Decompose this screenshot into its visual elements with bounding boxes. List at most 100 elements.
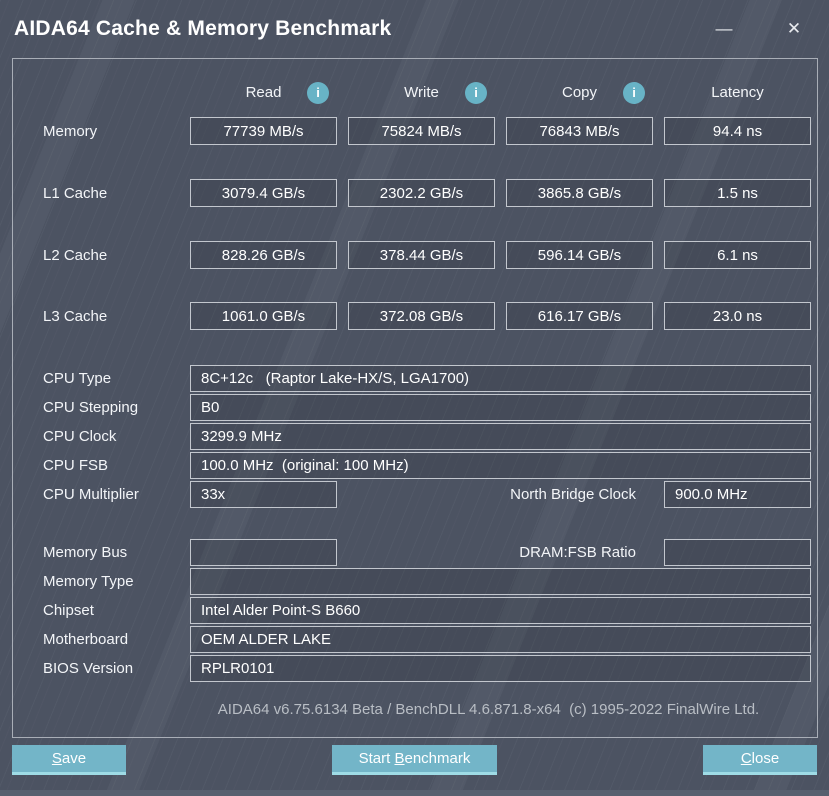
value-text: 616.17 GB/s (538, 308, 621, 325)
memory-latency-value: 94.4 ns (664, 117, 811, 145)
l3-copy-value: 616.17 GB/s (506, 302, 653, 330)
l1-copy-value: 3865.8 GB/s (506, 179, 653, 207)
memory-type-value (190, 568, 811, 595)
benchmark-row-memory: Memory 77739 MB/s 75824 MB/s 76843 MB/s … (31, 117, 798, 145)
column-header-write: Write i (348, 82, 495, 104)
cpu-type-row: CPU Type 8C+12c (Raptor Lake-HX/S, LGA17… (31, 365, 798, 392)
benchmark-row-l2-cache: L2 Cache 828.26 GB/s 378.44 GB/s 596.14 … (31, 241, 798, 269)
chipset-value: Intel Alder Point-S B660 (190, 597, 811, 624)
row-label: CPU Type (31, 370, 179, 387)
value-text: 100.0 MHz (original: 100 MHz) (201, 457, 409, 474)
cpu-stepping-value: B0 (190, 394, 811, 421)
dram-fsb-ratio-label: DRAM:FSB Ratio (348, 544, 653, 561)
minimize-icon: — (716, 19, 733, 39)
cpu-fsb-row: CPU FSB 100.0 MHz (original: 100 MHz) (31, 452, 798, 479)
cpu-fsb-value: 100.0 MHz (original: 100 MHz) (190, 452, 811, 479)
system-info-section: Memory Bus DRAM:FSB Ratio Memory Type Ch… (31, 539, 798, 682)
value-text: 1.5 ns (717, 185, 758, 202)
cpu-stepping-row: CPU Stepping B0 (31, 394, 798, 421)
value-text: Intel Alder Point-S B660 (201, 602, 360, 619)
value-text: 900.0 MHz (675, 486, 748, 503)
l3-read-value: 1061.0 GB/s (190, 302, 337, 330)
column-header-row: Read i Write i Copy i Latency (31, 82, 798, 104)
value-text: 8C+12c (Raptor Lake-HX/S, LGA1700) (201, 370, 469, 387)
row-label: BIOS Version (31, 660, 179, 677)
value-text: 378.44 GB/s (380, 247, 463, 264)
save-button[interactable]: Save (12, 745, 126, 775)
value-text: 33x (201, 486, 225, 503)
start-benchmark-button[interactable]: Start Benchmark (332, 745, 497, 775)
read-header-label: Read (246, 84, 282, 101)
chipset-row: Chipset Intel Alder Point-S B660 (31, 597, 798, 624)
version-copyright-text: AIDA64 v6.75.6134 Beta / BenchDLL 4.6.87… (179, 701, 798, 719)
memory-bus-row: Memory Bus DRAM:FSB Ratio (31, 539, 798, 566)
window-title: AIDA64 Cache & Memory Benchmark (14, 17, 701, 41)
row-label: Chipset (31, 602, 179, 619)
l3-write-value: 372.08 GB/s (348, 302, 495, 330)
button-text: lose (752, 750, 780, 767)
button-text: ave (62, 750, 86, 767)
row-label: L2 Cache (31, 247, 179, 264)
row-label: Motherboard (31, 631, 179, 648)
button-accesskey: B (394, 750, 404, 767)
value-text: B0 (201, 399, 219, 416)
row-label: CPU Stepping (31, 399, 179, 416)
row-label: L3 Cache (31, 308, 179, 325)
latency-header-label: Latency (711, 84, 764, 101)
column-header-latency: Latency (664, 82, 811, 104)
cpu-multiplier-value: 33x (190, 481, 337, 508)
north-bridge-clock-value: 900.0 MHz (664, 481, 811, 508)
value-text: 3079.4 GB/s (222, 185, 305, 202)
column-header-copy: Copy i (506, 82, 653, 104)
benchmark-row-l1-cache: L1 Cache 3079.4 GB/s 2302.2 GB/s 3865.8 … (31, 179, 798, 207)
value-text: OEM ALDER LAKE (201, 631, 331, 648)
action-buttons-row: Save Start Benchmark Close (0, 745, 829, 775)
button-text: enchmark (405, 750, 471, 767)
close-window-button[interactable]: ✕ (771, 12, 817, 46)
value-text: 828.26 GB/s (222, 247, 305, 264)
l2-read-value: 828.26 GB/s (190, 241, 337, 269)
value-text: 75824 MB/s (381, 123, 461, 140)
dram-fsb-ratio-value (664, 539, 811, 566)
minimize-button[interactable]: — (701, 12, 747, 46)
row-label: CPU Multiplier (31, 486, 179, 503)
value-text: 3299.9 MHz (201, 428, 282, 445)
memory-bus-value (190, 539, 337, 566)
row-label: CPU Clock (31, 428, 179, 445)
cpu-type-value: 8C+12c (Raptor Lake-HX/S, LGA1700) (190, 365, 811, 392)
cpu-info-section: CPU Type 8C+12c (Raptor Lake-HX/S, LGA17… (31, 365, 798, 508)
value-text: 1061.0 GB/s (222, 308, 305, 325)
l1-read-value: 3079.4 GB/s (190, 179, 337, 207)
row-label: Memory Type (31, 573, 179, 590)
write-header-label: Write (404, 84, 439, 101)
close-button[interactable]: Close (703, 745, 817, 775)
motherboard-value: OEM ALDER LAKE (190, 626, 811, 653)
value-text: 77739 MB/s (223, 123, 303, 140)
value-text: 76843 MB/s (539, 123, 619, 140)
button-text: Start (359, 750, 395, 767)
copy-info-icon[interactable]: i (623, 82, 645, 104)
memory-read-value: 77739 MB/s (190, 117, 337, 145)
read-info-icon[interactable]: i (307, 82, 329, 104)
copy-header-label: Copy (562, 84, 597, 101)
l2-write-value: 378.44 GB/s (348, 241, 495, 269)
value-text: 2302.2 GB/s (380, 185, 463, 202)
l3-latency-value: 23.0 ns (664, 302, 811, 330)
write-info-icon[interactable]: i (465, 82, 487, 104)
memory-write-value: 75824 MB/s (348, 117, 495, 145)
value-text: 372.08 GB/s (380, 308, 463, 325)
l2-copy-value: 596.14 GB/s (506, 241, 653, 269)
memory-type-row: Memory Type (31, 568, 798, 595)
value-text: 596.14 GB/s (538, 247, 621, 264)
title-bar: AIDA64 Cache & Memory Benchmark — ✕ (0, 0, 829, 58)
cpu-multiplier-row: CPU Multiplier 33x North Bridge Clock 90… (31, 481, 798, 508)
column-header-read: Read i (190, 82, 337, 104)
close-icon: ✕ (787, 19, 801, 39)
value-text: 6.1 ns (717, 247, 758, 264)
row-label: CPU FSB (31, 457, 179, 474)
benchmark-panel: Read i Write i Copy i Latency Memory 777… (12, 58, 818, 738)
row-label: L1 Cache (31, 185, 179, 202)
bios-version-row: BIOS Version RPLR0101 (31, 655, 798, 682)
bios-version-value: RPLR0101 (190, 655, 811, 682)
value-text: 94.4 ns (713, 123, 762, 140)
